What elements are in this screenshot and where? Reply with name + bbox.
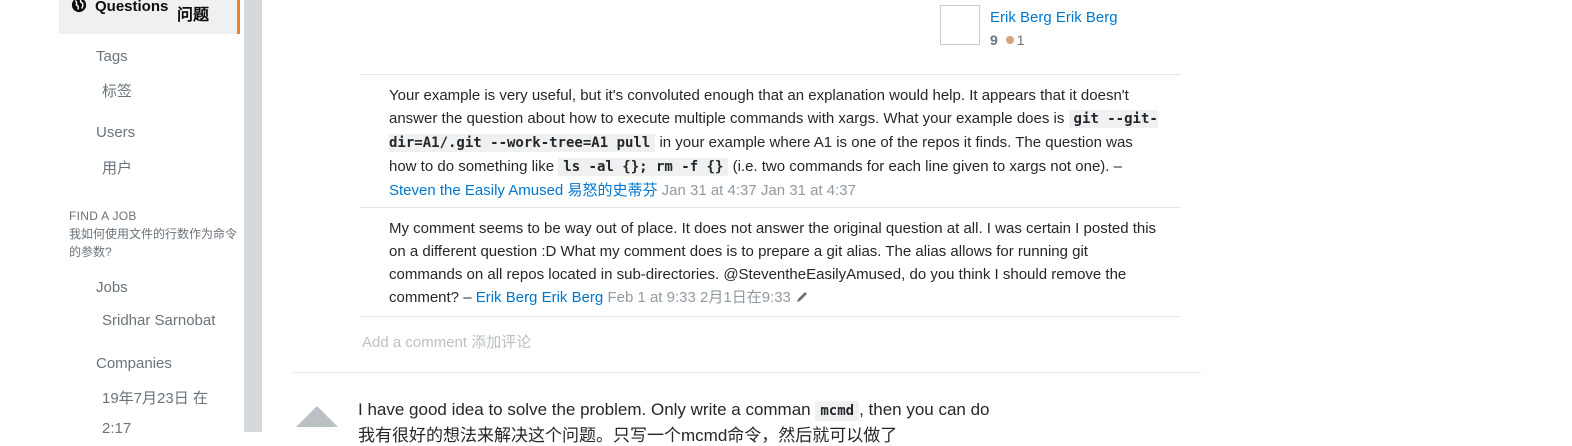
comments-divider-top xyxy=(360,74,1181,75)
find-job-heading-cn: 我如何使用文件的行数作为命令的参数? xyxy=(69,227,238,259)
globe-icon xyxy=(71,0,87,13)
nav-tags-cn: 标签 xyxy=(102,83,133,100)
bronze-badge-count: 1 xyxy=(1016,32,1025,48)
find-job-heading: FIND A JOB xyxy=(69,209,137,223)
nav-jobs-sub: Sridhar Sarnobat xyxy=(102,312,216,329)
add-comment-label: Add a comment xyxy=(362,334,468,351)
nav-item-questions[interactable]: Questions 问题 xyxy=(59,0,240,34)
answer-text-2: , then you can do xyxy=(859,400,990,419)
reputation-score: 9 xyxy=(990,32,998,48)
comment-1-time[interactable]: Jan 31 at 4:37 xyxy=(662,182,757,199)
answer-text-1: I have good idea to solve the problem. O… xyxy=(358,400,816,419)
nav-companies-sub2: 2:17 xyxy=(102,420,132,437)
nav-item-jobs[interactable]: Jobs xyxy=(96,279,128,296)
comment-2-time-cn: 2月1日在9:33 xyxy=(700,289,791,306)
answer-body: I have good idea to solve the problem. O… xyxy=(358,398,990,423)
comment-2-user[interactable]: Erik Berg xyxy=(476,289,538,306)
comment-1: Your example is very useful, but it's co… xyxy=(389,84,1164,202)
nav-companies-sub: 19年7月23日 在 xyxy=(102,390,208,407)
comment-divider xyxy=(360,207,1181,208)
answer-divider xyxy=(293,372,1201,373)
add-comment-label-cn: 添加评论 xyxy=(471,334,532,351)
comments-divider-bottom xyxy=(360,316,1181,317)
add-comment-link[interactable]: Add a comment 添加评论 xyxy=(362,331,531,352)
upvote-arrow-icon[interactable] xyxy=(296,406,338,427)
reputation: 91 xyxy=(990,32,1025,48)
sidebar-scrollbar[interactable] xyxy=(244,0,262,432)
comment-1-code-2: ls -al {}; rm -f {} xyxy=(558,158,729,176)
nav-questions-label-cn: 问题 xyxy=(177,7,210,24)
pencil-icon[interactable] xyxy=(795,290,809,304)
comment-1-time-2: Jan 31 at 4:37 xyxy=(760,182,856,199)
user-name-2[interactable]: Erik Berg xyxy=(1056,9,1118,26)
answer-body-cn: 我有很好的想法来解决这个问题。只写一个mcmd命令，然后就可以做了 xyxy=(358,426,898,445)
nav-item-companies[interactable]: Companies xyxy=(96,355,172,372)
avatar[interactable] xyxy=(940,5,980,45)
comment-1-text-1: Your example is very useful, but it's co… xyxy=(389,87,1129,127)
comment-1-text-3: (i.e. two commands for each line given t… xyxy=(728,158,1122,175)
comment-1-user-cn[interactable]: 易怒的史蒂芬 xyxy=(567,182,657,199)
comment-2-time[interactable]: Feb 1 at 9:33 xyxy=(607,289,695,306)
nav-item-users[interactable]: Users xyxy=(96,124,135,141)
bronze-badge-icon xyxy=(1005,36,1014,44)
user-name-1[interactable]: Erik Berg xyxy=(990,9,1052,26)
answer-code: mcmd xyxy=(815,401,860,421)
left-sidebar: Questions 问题 Tags 标签 Users 用户 FIND A JOB… xyxy=(0,0,244,437)
nav-questions-label: Questions xyxy=(95,0,169,15)
user-name[interactable]: Erik Berg Erik Berg xyxy=(990,9,1118,26)
nav-item-tags[interactable]: Tags xyxy=(96,48,128,65)
comment-2-user-2[interactable]: Erik Berg xyxy=(542,289,604,306)
comment-2: My comment seems to be way out of place.… xyxy=(389,217,1164,309)
comment-1-user[interactable]: Steven the Easily Amused xyxy=(389,182,563,199)
nav-users-cn: 用户 xyxy=(102,160,133,177)
